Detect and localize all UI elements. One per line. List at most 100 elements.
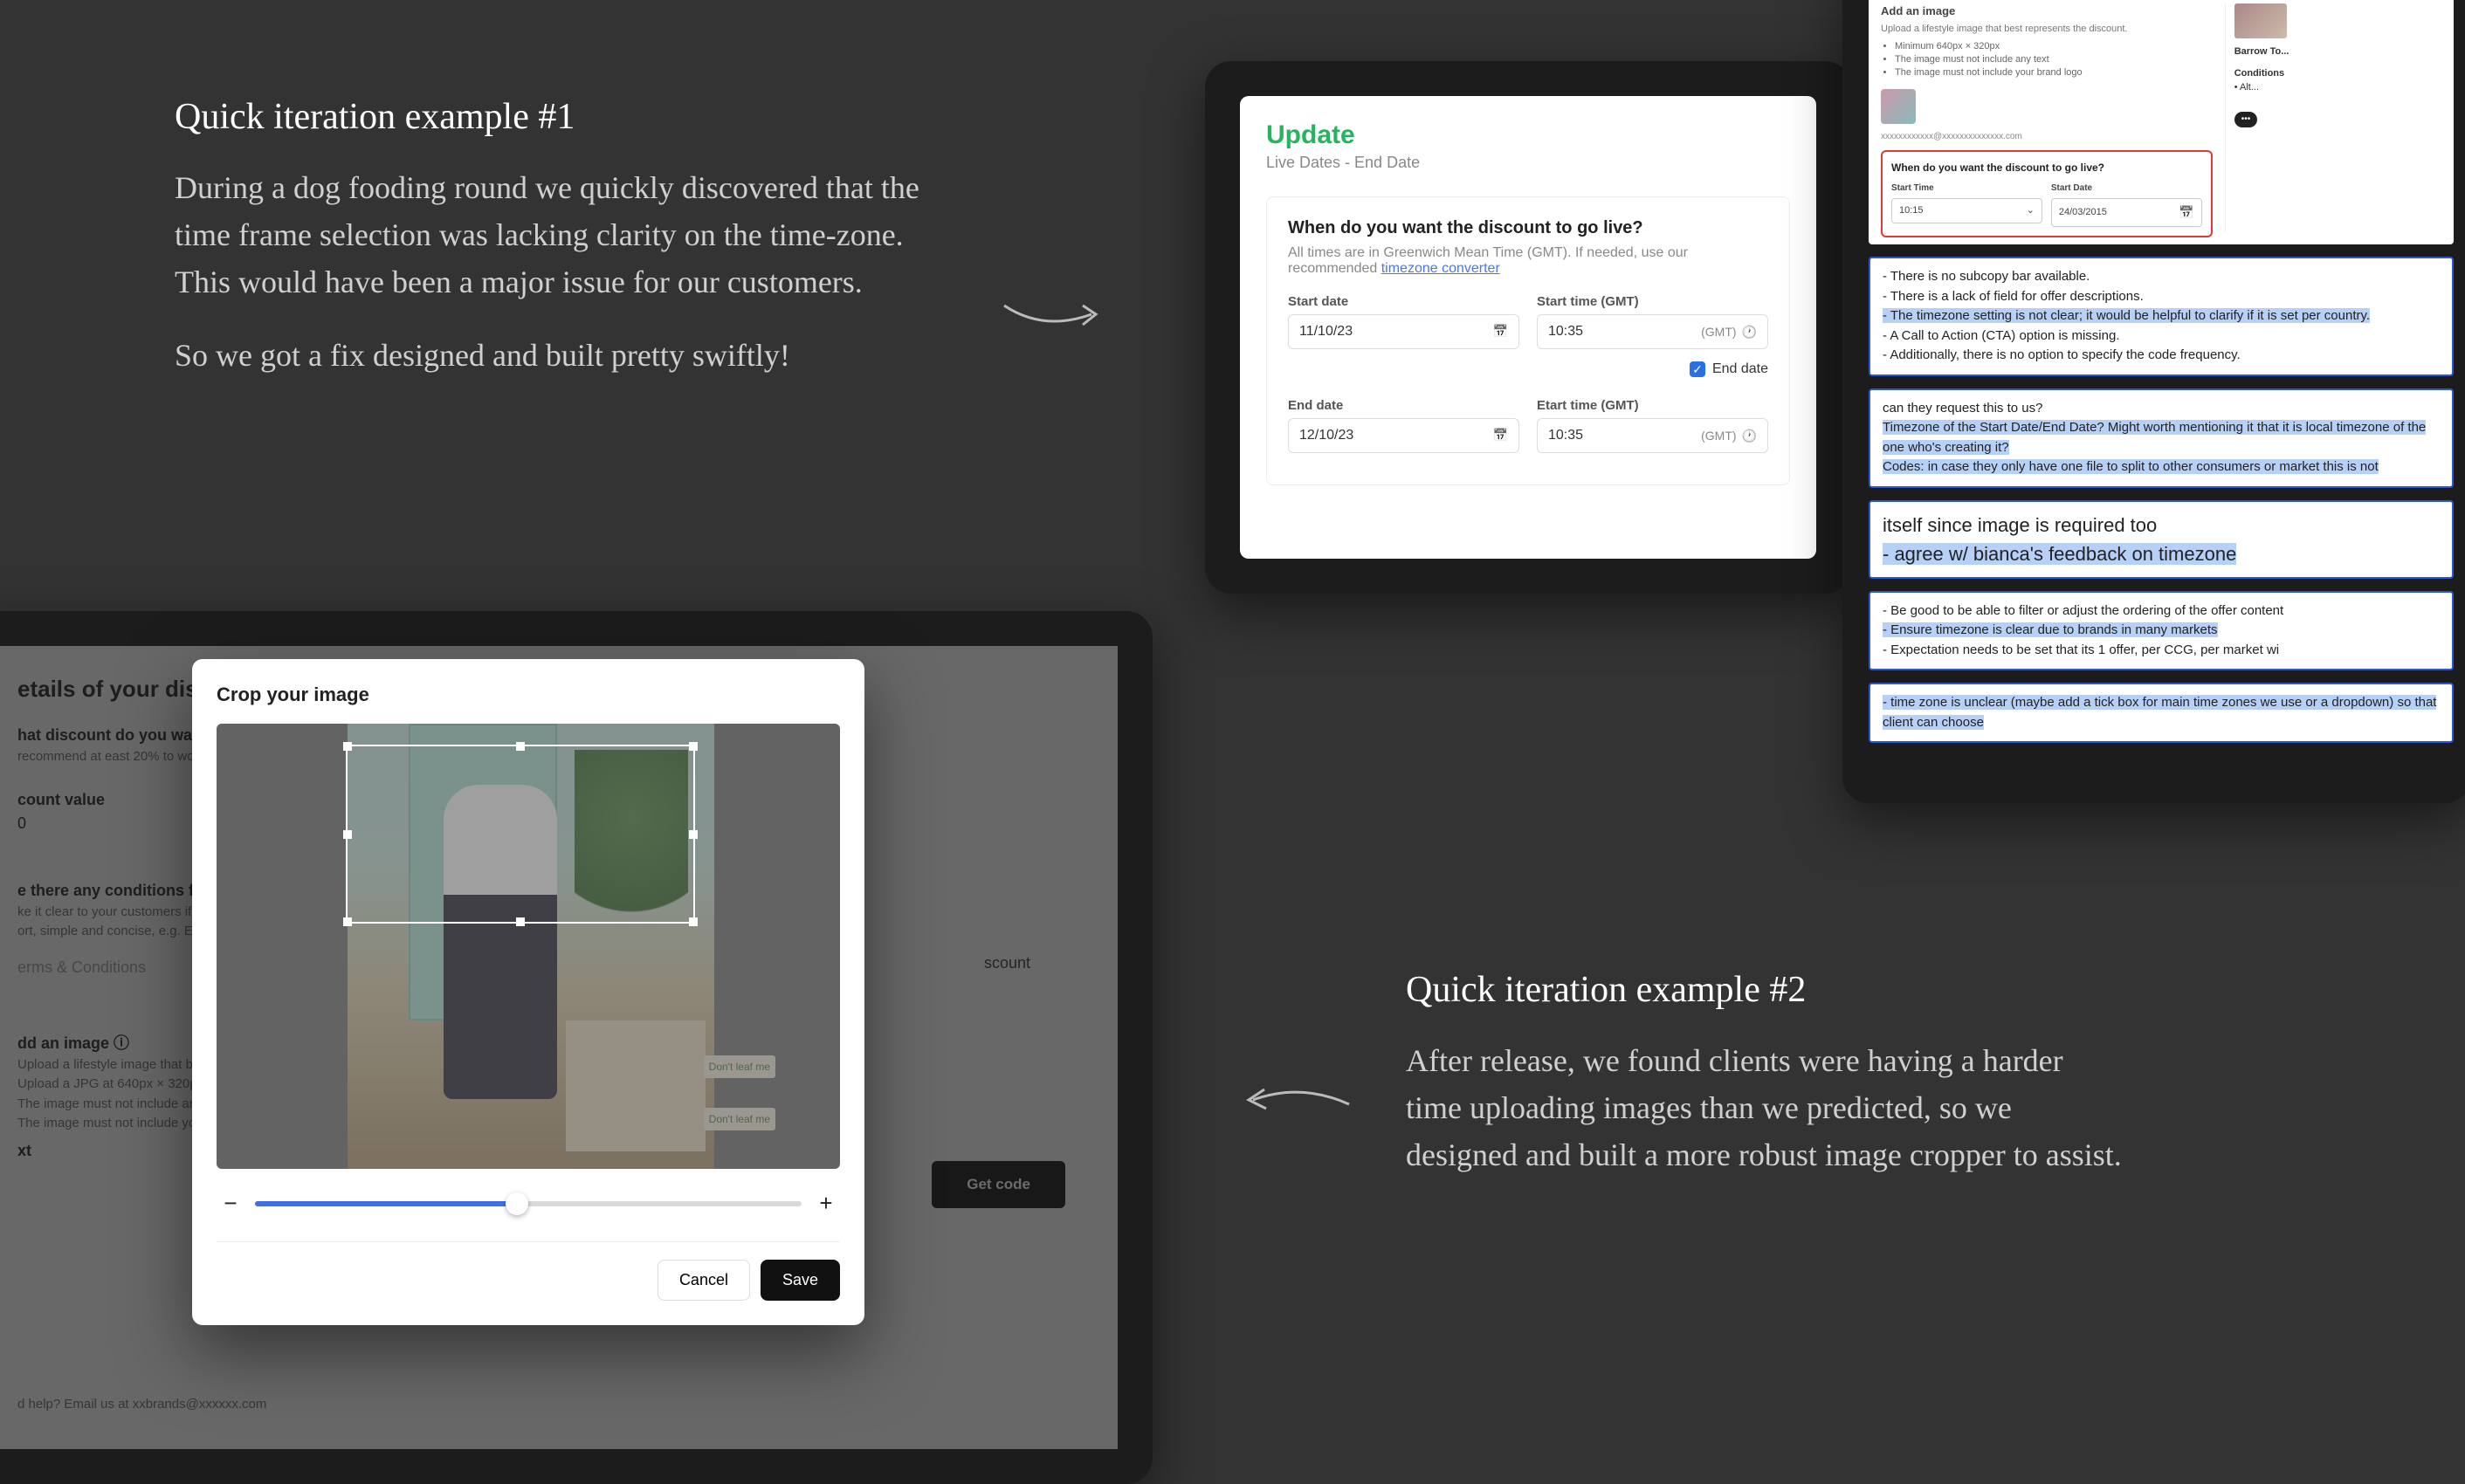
go-live-question-mini: When do you want the discount to go live… bbox=[1891, 161, 2202, 175]
feedback-snippet-4: - Be good to be able to filter or adjust… bbox=[1869, 591, 2454, 671]
zoom-out-icon[interactable]: − bbox=[220, 1190, 241, 1217]
start-date-value: 11/10/23 bbox=[1299, 324, 1353, 340]
clock-icon[interactable] bbox=[1742, 429, 1757, 443]
tablet-feedback: Add an image Upload a lifestyle image th… bbox=[1842, 0, 2465, 803]
side-conditions: Conditions bbox=[2234, 67, 2441, 80]
crop-handle-icon[interactable] bbox=[516, 742, 525, 751]
update-inner-panel: When do you want the discount to go live… bbox=[1266, 196, 1790, 485]
crop-image-modal: Crop your image − bbox=[192, 659, 864, 1325]
arrow-left-icon bbox=[1240, 1074, 1353, 1126]
mini-sidebar: Barrow To... Conditions • Alt... ••• bbox=[2225, 3, 2441, 232]
crop-handle-icon[interactable] bbox=[689, 917, 698, 926]
feedback-line-highlighted: - Ensure timezone is clear due to brands… bbox=[1883, 622, 2218, 637]
timezone-helper: All times are in Greenwich Mean Time (GM… bbox=[1288, 245, 1768, 277]
crop-modal-title: Crop your image bbox=[217, 684, 840, 706]
timezone-converter-link[interactable]: timezone converter bbox=[1381, 261, 1500, 276]
crop-handle-icon[interactable] bbox=[689, 830, 698, 839]
end-date-value: 12/10/23 bbox=[1299, 428, 1353, 443]
tablet-update-dates: Update Live Dates - End Date When do you… bbox=[1205, 61, 1851, 594]
slider-thumb-icon[interactable] bbox=[506, 1192, 528, 1215]
bg-help-text: d help? Email us at xxbrands@xxxxxx.com bbox=[17, 1395, 266, 1415]
start-date-input[interactable]: 11/10/23 bbox=[1288, 314, 1519, 349]
feedback-line: can they request this to us? bbox=[1883, 399, 2440, 419]
image-requirements-list: Minimum 640px × 320px The image must not… bbox=[1895, 40, 2213, 80]
gmt-suffix: (GMT) bbox=[1701, 429, 1736, 443]
feedback-line: - There is a lack of field for offer des… bbox=[1883, 287, 2440, 307]
end-date-checkbox-label: End date bbox=[1712, 361, 1768, 377]
bg-discount-preview: scount bbox=[984, 952, 1030, 975]
cancel-button[interactable]: Cancel bbox=[658, 1260, 750, 1301]
zoom-slider-row: − + bbox=[220, 1190, 837, 1217]
start-date-label: Start date bbox=[1288, 294, 1519, 309]
end-time-input[interactable]: 10:35 (GMT) bbox=[1537, 418, 1768, 453]
start-time-label: Start time (GMT) bbox=[1537, 294, 1768, 309]
crop-selection[interactable] bbox=[346, 745, 695, 924]
feedback-line-highlighted: Codes: in case they only have one file t… bbox=[1883, 459, 2379, 474]
mini-start-date-input[interactable]: 24/03/2015 bbox=[2051, 198, 2202, 228]
clock-icon[interactable] bbox=[1742, 325, 1757, 340]
start-time-input[interactable]: 10:35 (GMT) bbox=[1537, 314, 1768, 349]
feedback-line: - There is no subcopy bar available. bbox=[1883, 267, 2440, 287]
feedback-line: itself since image is required too bbox=[1883, 511, 2440, 539]
etart-time-label: Etart time (GMT) bbox=[1537, 398, 1768, 413]
zoom-in-icon[interactable]: + bbox=[816, 1190, 837, 1217]
gmt-suffix: (GMT) bbox=[1701, 325, 1736, 339]
add-image-sub: Upload a lifestyle image that best repre… bbox=[1881, 23, 2213, 36]
calendar-icon[interactable] bbox=[1493, 324, 1508, 340]
side-alt: Alt... bbox=[2240, 82, 2259, 93]
crop-handle-icon[interactable] bbox=[516, 917, 525, 926]
crop-canvas[interactable] bbox=[217, 724, 840, 1169]
tablet-crop-modal: etails of your discount hat discount do … bbox=[0, 611, 1153, 1484]
end-date-input[interactable]: 12/10/23 bbox=[1288, 418, 1519, 453]
annotation-example-1: Quick iteration example #1 During a dog … bbox=[175, 96, 961, 379]
update-subcaption: Live Dates - End Date bbox=[1266, 154, 1790, 172]
go-live-question: When do you want the discount to go live… bbox=[1288, 218, 1768, 238]
feedback-line-highlighted: - time zone is unclear (maybe add a tick… bbox=[1883, 695, 2436, 730]
feedback-line-highlighted: - The timezone setting is not clear; it … bbox=[1883, 308, 2370, 323]
get-code-button[interactable]: Get code bbox=[932, 1161, 1065, 1208]
crop-handle-icon[interactable] bbox=[689, 742, 698, 751]
req-item: Minimum 640px × 320px bbox=[1895, 40, 2213, 53]
end-date-checkbox-row[interactable]: ✓ End date bbox=[1288, 361, 1768, 377]
arrow-right-icon bbox=[1000, 288, 1105, 340]
preview-thumb-icon bbox=[2234, 3, 2287, 38]
feedback-line-highlighted: Timezone of the Start Date/End Date? Mig… bbox=[1883, 420, 2426, 455]
end-date-label: End date bbox=[1288, 398, 1519, 413]
slider-fill bbox=[255, 1201, 517, 1206]
feedback-snippet-3: itself since image is required too - agr… bbox=[1869, 500, 2454, 579]
feedback-line: - Be good to be able to filter or adjust… bbox=[1883, 601, 2440, 622]
thumbnail-icon bbox=[1881, 89, 1916, 124]
annotation-1-p2: So we got a fix designed and built prett… bbox=[175, 332, 961, 379]
crop-handle-icon[interactable] bbox=[343, 917, 352, 926]
update-heading: Update bbox=[1266, 120, 1790, 150]
feedback-snippet-5: - time zone is unclear (maybe add a tick… bbox=[1869, 683, 2454, 743]
crop-handle-icon[interactable] bbox=[343, 830, 352, 839]
feedback-line: - Additionally, there is no option to sp… bbox=[1883, 346, 2440, 366]
feedback-line: - A Call to Action (CTA) option is missi… bbox=[1883, 326, 2440, 347]
checkbox-checked-icon[interactable]: ✓ bbox=[1690, 361, 1705, 377]
feedback-line: - Expectation needs to be set that its 1… bbox=[1883, 641, 2440, 661]
update-card: Update Live Dates - End Date When do you… bbox=[1240, 96, 1816, 559]
save-button[interactable]: Save bbox=[761, 1260, 840, 1301]
annotation-1-title: Quick iteration example #1 bbox=[175, 96, 961, 138]
end-time-value: 10:35 bbox=[1548, 428, 1583, 443]
req-item: The image must not include any text bbox=[1895, 53, 2213, 66]
start-time-value: 10:35 bbox=[1548, 324, 1583, 340]
pill-button[interactable]: ••• bbox=[2234, 112, 2258, 127]
side-title: Barrow To... bbox=[2234, 45, 2441, 58]
mini-form-screenshot: Add an image Upload a lifestyle image th… bbox=[1869, 0, 2454, 244]
mini-start-time-input[interactable]: 10:15⌄ bbox=[1891, 198, 2042, 223]
timezone-problem-highlight: When do you want the discount to go live… bbox=[1881, 150, 2213, 237]
crop-handle-icon[interactable] bbox=[343, 742, 352, 751]
feedback-snippet-2: can they request this to us? Timezone of… bbox=[1869, 388, 2454, 488]
calendar-icon[interactable] bbox=[1493, 428, 1508, 443]
feedback-snippet-1: - There is no subcopy bar available. - T… bbox=[1869, 257, 2454, 376]
zoom-slider[interactable] bbox=[255, 1201, 802, 1206]
req-item: The image must not include your brand lo… bbox=[1895, 66, 2213, 79]
mini-start-date-label: Start Date bbox=[2051, 182, 2202, 195]
feedback-line-highlighted: - agree w/ bianca's feedback on timezone bbox=[1883, 543, 2236, 565]
annotation-2-p1: After release, we found clients were hav… bbox=[1406, 1037, 2122, 1178]
annotation-example-2: Quick iteration example #2 After release… bbox=[1406, 969, 2122, 1178]
calendar-icon bbox=[2179, 204, 2193, 222]
add-image-heading: Add an image bbox=[1881, 3, 2213, 19]
